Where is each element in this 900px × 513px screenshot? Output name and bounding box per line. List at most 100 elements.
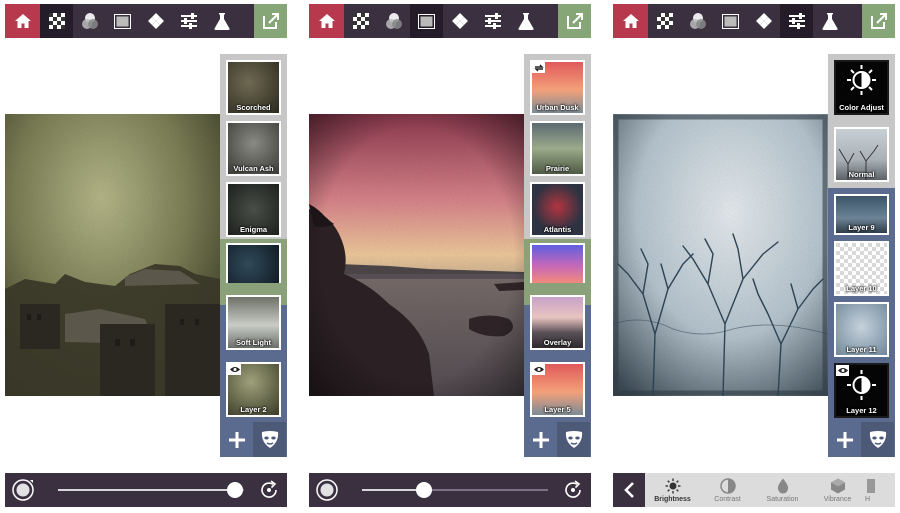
- add-layer-button[interactable]: [828, 422, 861, 457]
- layer-label: Overlay: [543, 338, 572, 347]
- layer-thumb-soft-light[interactable]: Soft Light: [226, 295, 281, 350]
- opacity-slider-knob[interactable]: [227, 482, 243, 498]
- texture-icon: [352, 13, 369, 29]
- layer-thumb-overlay[interactable]: Overlay: [530, 295, 585, 350]
- blend-tool-button[interactable]: [681, 4, 714, 38]
- lab-tool-button[interactable]: [509, 4, 542, 38]
- add-layer-button[interactable]: [524, 422, 557, 457]
- plus-icon: [228, 431, 245, 448]
- frame-tool-button[interactable]: [714, 4, 747, 38]
- add-layer-button[interactable]: [220, 422, 253, 457]
- layer-thumb-layer-2[interactable]: Layer 2: [226, 362, 281, 417]
- layer-thumb-layer-9[interactable]: Layer 9: [834, 194, 889, 235]
- layer-label: Layer 12: [846, 406, 877, 415]
- adjustment-label: Contrast: [714, 495, 741, 503]
- mask-icon: [565, 430, 582, 448]
- adjust-tool-button[interactable]: [780, 4, 813, 38]
- blend-tool-button[interactable]: [73, 4, 106, 38]
- layer-thumb-layer-12[interactable]: Layer 12: [834, 363, 889, 418]
- brightness-button[interactable]: Brightness: [645, 473, 700, 507]
- layer-label: Enigma: [239, 225, 268, 234]
- mask-button[interactable]: [861, 422, 894, 457]
- lab-tool-button[interactable]: [205, 4, 238, 38]
- mask-button[interactable]: [253, 422, 286, 457]
- mask-button[interactable]: [557, 422, 590, 457]
- export-icon: [566, 13, 583, 29]
- home-button[interactable]: [5, 4, 40, 38]
- main-toolbar: [613, 4, 895, 38]
- frame-tool-button[interactable]: [410, 4, 443, 38]
- lab-tool-button[interactable]: [813, 4, 846, 38]
- layer-thumb-enigma[interactable]: Enigma: [226, 182, 281, 237]
- texture-tool-button[interactable]: [344, 4, 377, 38]
- visibility-badge[interactable]: [228, 364, 241, 375]
- layer-thumb-atlantis[interactable]: Atlantis: [530, 182, 585, 237]
- main-toolbar: [309, 4, 591, 38]
- brush-button[interactable]: [316, 479, 338, 501]
- layer-thumb-color-adjust[interactable]: Color Adjust: [834, 60, 889, 115]
- swap-badge[interactable]: [532, 62, 545, 73]
- adjustment-label: Saturation: [766, 495, 799, 503]
- overlay-icon: [755, 13, 772, 29]
- blend-tool-button[interactable]: [377, 4, 410, 38]
- texture-icon: [48, 13, 65, 29]
- saturation-button[interactable]: Saturation: [755, 473, 810, 507]
- visibility-badge[interactable]: [836, 365, 849, 376]
- reset-button[interactable]: [562, 479, 584, 501]
- export-icon: [870, 13, 887, 29]
- layer-label: Atlantis: [543, 225, 572, 234]
- home-icon: [318, 14, 335, 28]
- opacity-slider-knob[interactable]: [416, 482, 432, 498]
- opacity-slider-fill: [362, 489, 424, 491]
- overlay-tool-button[interactable]: [139, 4, 172, 38]
- eye-icon: [229, 367, 240, 372]
- vibrance-button[interactable]: Vibrance: [810, 473, 865, 507]
- photo-canvas[interactable]: [5, 114, 220, 396]
- lab-icon: [213, 12, 230, 30]
- export-button[interactable]: [558, 4, 591, 38]
- layer-thumb-blue-texture[interactable]: [226, 243, 281, 283]
- partial-icon: [867, 478, 875, 493]
- layer-label: Vulcan Ash: [233, 164, 274, 173]
- overlay-tool-button[interactable]: [747, 4, 780, 38]
- brush-button[interactable]: [12, 479, 34, 501]
- layer-label: Layer 9: [848, 223, 875, 232]
- opacity-bar: [5, 473, 287, 507]
- more-adjustment-button[interactable]: H: [865, 473, 895, 507]
- photo-canvas[interactable]: [613, 114, 829, 397]
- plus-icon: [532, 431, 549, 448]
- overlay-tool-button[interactable]: [443, 4, 476, 38]
- home-icon: [14, 14, 31, 28]
- reset-button[interactable]: [258, 479, 280, 501]
- layer-thumb-vulcan-ash[interactable]: Vulcan Ash: [226, 121, 281, 176]
- home-icon: [622, 14, 639, 28]
- texture-tool-button[interactable]: [40, 4, 73, 38]
- layer-thumb-layer-10[interactable]: Layer 10: [834, 241, 889, 296]
- layer-thumb-prairie[interactable]: Prairie: [530, 121, 585, 176]
- opacity-bar: [309, 473, 591, 507]
- frame-tool-button[interactable]: [106, 4, 139, 38]
- overlay-icon: [147, 13, 164, 29]
- layer-thumb-layer-5[interactable]: Layer 5: [530, 362, 585, 417]
- visibility-badge[interactable]: [532, 364, 545, 375]
- texture-tool-button[interactable]: [648, 4, 681, 38]
- photo-canvas[interactable]: [309, 114, 524, 396]
- layer-thumb-purple-gradient[interactable]: [530, 243, 585, 283]
- home-button[interactable]: [309, 4, 344, 38]
- home-button[interactable]: [613, 4, 648, 38]
- layers-panel: Urban Dusk Prairie Atlantis Overlay Laye…: [524, 54, 591, 457]
- dusk-coast-photo: [309, 114, 524, 396]
- layer-thumb-layer-11[interactable]: Layer 11: [834, 302, 889, 357]
- layer-thumb-scorched[interactable]: Scorched: [226, 60, 281, 115]
- export-button[interactable]: [862, 4, 895, 38]
- grunge-village-photo: [5, 114, 220, 396]
- contrast-button[interactable]: Contrast: [700, 473, 755, 507]
- sun-icon: [665, 478, 680, 493]
- export-button[interactable]: [254, 4, 287, 38]
- adjust-tool-button[interactable]: [172, 4, 205, 38]
- winter-trees-photo: [613, 114, 829, 397]
- layer-thumb-normal[interactable]: Normal: [834, 127, 889, 182]
- back-button[interactable]: [613, 473, 645, 507]
- adjust-tool-button[interactable]: [476, 4, 509, 38]
- layer-thumb-urban-dusk[interactable]: Urban Dusk: [530, 60, 585, 115]
